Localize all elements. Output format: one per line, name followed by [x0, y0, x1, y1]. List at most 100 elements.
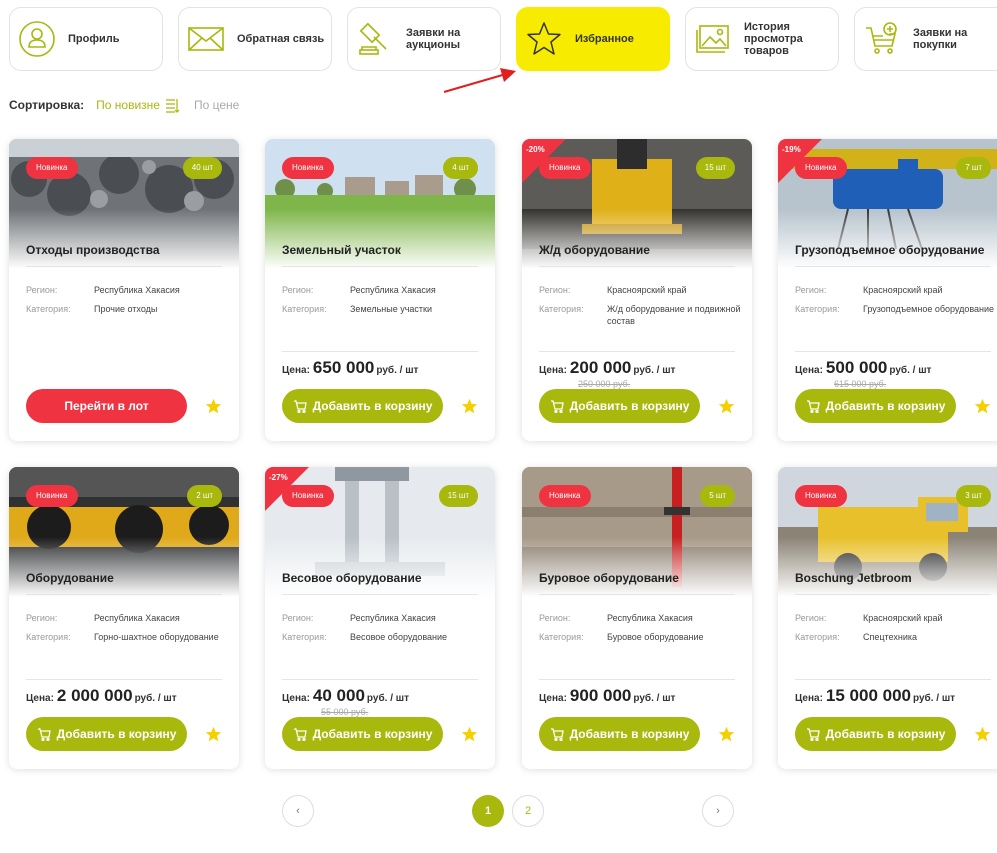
divider: [539, 594, 735, 595]
quantity-badge: 15 шт: [438, 485, 478, 507]
divider: [26, 266, 222, 267]
button-label: Добавить в корзину: [312, 399, 433, 413]
envelope-icon: [187, 20, 225, 58]
prev-page-button[interactable]: ‹: [282, 795, 314, 827]
price-unit: руб. / шт: [376, 365, 419, 376]
image-history-icon: [694, 20, 732, 58]
tab-profile[interactable]: Профиль: [9, 7, 163, 71]
favorite-star-icon[interactable]: [974, 726, 991, 743]
region-value: Республика Хакасия: [94, 285, 180, 295]
favorite-star-icon[interactable]: [205, 398, 222, 415]
button-label: Добавить в корзину: [569, 399, 690, 413]
add-to-cart-button[interactable]: Добавить в корзину: [282, 717, 443, 751]
category-value: Весовое оборудование: [350, 632, 448, 642]
product-title[interactable]: Земельный участок: [282, 243, 401, 257]
add-to-cart-button[interactable]: Добавить в корзину: [26, 717, 187, 751]
divider: [795, 594, 991, 595]
sort-lines-icon[interactable]: [164, 97, 180, 113]
product-card[interactable]: Новинка 2 шт Оборудование Регион: Респуб…: [9, 467, 239, 769]
price-unit: руб. / шт: [366, 693, 409, 704]
category-value: Спецтехника: [863, 632, 917, 642]
product-card[interactable]: Новинка 4 шт Земельный участок Регион: Р…: [265, 139, 495, 441]
divider: [282, 594, 478, 595]
product-card[interactable]: -19% Новинка 7 шт Грузоподъемное оборудо…: [778, 139, 997, 441]
next-page-button[interactable]: ›: [702, 795, 734, 827]
product-title[interactable]: Ж/д оборудование: [539, 243, 650, 257]
category-label: Категория:: [26, 632, 71, 642]
category-value: Грузоподъемное оборудование: [863, 304, 995, 314]
sort-by-price[interactable]: По цене: [194, 98, 239, 112]
product-title[interactable]: Буровое оборудование: [539, 571, 679, 585]
product-title[interactable]: Весовое оборудование: [282, 571, 422, 585]
category-value: Горно-шахтное оборудование: [94, 632, 219, 642]
add-to-cart-button[interactable]: Добавить в корзину: [282, 389, 443, 423]
price-label: Цена:: [539, 365, 567, 376]
favorite-star-icon[interactable]: [718, 726, 735, 743]
add-to-cart-button[interactable]: Добавить в корзину: [795, 717, 956, 751]
favorite-star-icon[interactable]: [461, 726, 478, 743]
category-label: Категория:: [795, 632, 840, 642]
tab-favorites[interactable]: Избранное: [516, 7, 670, 71]
divider: [539, 679, 735, 680]
tab-purchases[interactable]: Заявки на покупки: [854, 7, 997, 71]
tab-auctions-label: Заявки на аукционы: [406, 27, 461, 51]
add-to-cart-button[interactable]: Добавить в корзину: [539, 389, 700, 423]
product-card[interactable]: -27% Новинка 15 шт Весовое оборудование …: [265, 467, 495, 769]
page-1-button[interactable]: 1: [472, 795, 504, 827]
go-to-lot-button[interactable]: Перейти в лот: [26, 389, 187, 423]
add-to-cart-button[interactable]: Добавить в корзину: [539, 717, 700, 751]
add-to-cart-button[interactable]: Добавить в корзину: [795, 389, 956, 423]
tab-purchases-label: Заявки на покупки: [913, 27, 968, 51]
old-price: 55 000 руб.: [321, 707, 369, 717]
product-title[interactable]: Boschung Jetbroom: [795, 571, 912, 585]
category-value: Земельные участки: [350, 304, 433, 314]
favorite-star-icon[interactable]: [974, 398, 991, 415]
product-title[interactable]: Отходы производства: [26, 243, 160, 257]
favorite-star-icon[interactable]: [718, 398, 735, 415]
button-label: Перейти в лот: [64, 399, 149, 413]
product-title[interactable]: Оборудование: [26, 571, 114, 585]
button-label: Добавить в корзину: [56, 727, 177, 741]
sort-by-newest[interactable]: По новизне: [96, 98, 160, 112]
favorite-star-icon[interactable]: [461, 398, 478, 415]
discount-label: -27%: [269, 473, 288, 482]
price-value: 200 000: [569, 358, 632, 377]
price-label: Цена:: [539, 693, 567, 704]
tab-feedback[interactable]: Обратная связь: [178, 7, 332, 71]
product-card[interactable]: Новинка 5 шт Буровое оборудование Регион…: [522, 467, 752, 769]
price-label: Цена:: [282, 693, 310, 704]
tab-history-label: История просмотра товаров: [744, 21, 803, 57]
new-badge: Новинка: [539, 485, 591, 507]
price: Цена: 650 000 руб. / шт: [282, 358, 418, 378]
tab-profile-label: Профиль: [68, 33, 120, 45]
quantity-badge: 5 шт: [700, 485, 735, 507]
tab-feedback-label: Обратная связь: [237, 33, 325, 45]
quantity-badge: 15 шт: [695, 157, 735, 179]
quantity-badge: 2 шт: [187, 485, 222, 507]
favorite-star-icon[interactable]: [205, 726, 222, 743]
page-2-button[interactable]: 2: [512, 795, 544, 827]
category-label: Категория:: [282, 304, 327, 314]
region-label: Регион:: [26, 285, 58, 295]
price-unit: руб. / шт: [633, 365, 676, 376]
category-label: Категория:: [795, 304, 840, 314]
category-label: Категория:: [539, 304, 584, 314]
category-label: Категория:: [539, 632, 584, 642]
price: Цена: 200 000 руб. / шт: [539, 358, 675, 378]
cart-icon: [37, 728, 51, 741]
product-title[interactable]: Грузоподъемное оборудование: [795, 243, 984, 257]
divider: [795, 351, 991, 352]
new-badge: Новинка: [26, 485, 78, 507]
quantity-badge: 40 шт: [182, 157, 222, 179]
product-card[interactable]: Новинка 40 шт Отходы производства Регион…: [9, 139, 239, 441]
tab-history[interactable]: История просмотра товаров: [685, 7, 839, 71]
product-card[interactable]: Новинка 3 шт Boschung Jetbroom Регион: К…: [778, 467, 997, 769]
price-label: Цена:: [282, 365, 310, 376]
cart-icon: [293, 400, 307, 413]
price: Цена: 40 000 руб. / шт: [282, 686, 409, 706]
product-card[interactable]: -20% Новинка 15 шт Ж/д оборудование Реги…: [522, 139, 752, 441]
chevron-left-icon: ‹: [296, 805, 300, 817]
new-badge: Новинка: [795, 157, 847, 179]
region-value: Республика Хакасия: [94, 613, 180, 623]
button-label: Добавить в корзину: [312, 727, 433, 741]
